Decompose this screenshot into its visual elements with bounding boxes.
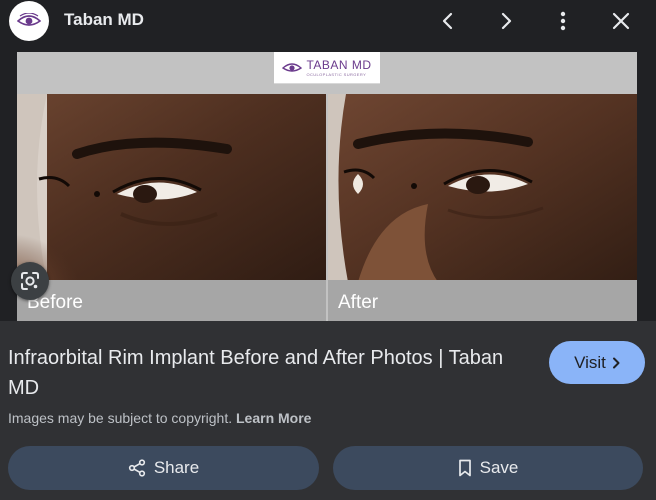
more-options-button[interactable]: [548, 6, 578, 36]
learn-more-link[interactable]: Learn More: [236, 410, 311, 426]
preview-image[interactable]: TABAN MD OCULOPLASTIC SURGERY Before Aft…: [17, 52, 637, 321]
chevron-left-icon: [442, 12, 453, 30]
banner-title: TABAN MD: [306, 57, 372, 72]
more-vertical-icon: [560, 11, 566, 31]
next-button[interactable]: [491, 6, 521, 36]
after-panel: After: [328, 94, 637, 321]
after-photo: [328, 94, 637, 282]
close-button[interactable]: [606, 6, 636, 36]
google-lens-icon: [21, 272, 39, 290]
eye-logo-icon: [282, 62, 303, 72]
site-logo[interactable]: [9, 1, 49, 41]
after-label: After: [338, 292, 379, 313]
visit-label: Visit: [574, 352, 606, 372]
share-button[interactable]: Share: [8, 446, 319, 490]
result-title[interactable]: Infraorbital Rim Implant Before and Afte…: [8, 343, 528, 403]
copyright-notice: Images may be subject to copyright. Lear…: [8, 410, 311, 426]
chevron-right-icon: [612, 357, 620, 368]
brand-banner: TABAN MD OCULOPLASTIC SURGERY: [274, 52, 380, 84]
close-icon: [612, 12, 630, 30]
viewer-header: Taban MD: [0, 0, 656, 44]
chevron-right-icon: [501, 12, 512, 30]
bookmark-icon: [458, 459, 471, 477]
save-button[interactable]: Save: [333, 446, 643, 490]
after-caption-band: After: [328, 280, 637, 321]
site-name[interactable]: Taban MD: [64, 10, 144, 30]
banner-subtitle: OCULOPLASTIC SURGERY: [306, 71, 367, 77]
share-label: Share: [153, 458, 200, 477]
share-icon: [128, 459, 145, 477]
before-panel: Before: [17, 94, 326, 321]
google-lens-button[interactable]: [11, 262, 49, 300]
visit-button[interactable]: Visit: [549, 341, 645, 384]
save-label: Save: [479, 458, 519, 477]
previous-button[interactable]: [433, 6, 463, 36]
result-info-panel: Infraorbital Rim Implant Before and Afte…: [0, 321, 656, 500]
before-photo: [17, 94, 326, 282]
copyright-text: Images may be subject to copyright.: [8, 410, 233, 426]
before-caption-band: Before: [17, 280, 326, 321]
eye-logo-icon: [17, 13, 41, 26]
